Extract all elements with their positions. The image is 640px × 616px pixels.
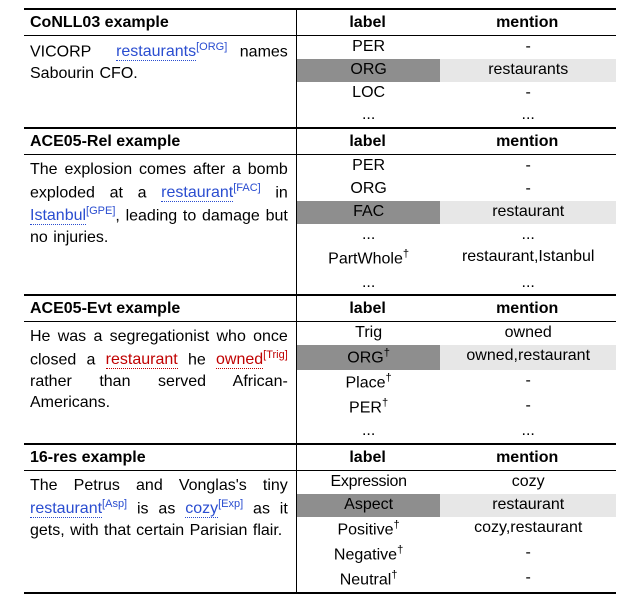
row-label: Trig [297, 322, 441, 345]
row-label: ORG [297, 178, 441, 201]
column-header-label: label [296, 295, 438, 322]
column-header-label: label [296, 128, 438, 155]
row-mention: - [440, 395, 616, 420]
row-mention: restaurant [440, 494, 616, 517]
row-mention: restaurant [440, 201, 616, 224]
column-header-label: label [296, 9, 438, 36]
row-label: ORG [297, 59, 441, 82]
row-mention: owned [440, 322, 616, 345]
column-header-mention: mention [438, 295, 616, 322]
row-mention: cozy [440, 471, 616, 494]
table-row: Negative†- [297, 542, 616, 567]
table-row: ORG†owned,restaurant [297, 345, 616, 370]
row-label: Place† [297, 370, 441, 395]
row-label: Positive† [297, 517, 441, 542]
row-label: Negative† [297, 542, 441, 567]
row-mention: restaurant,Istanbul [440, 246, 616, 271]
row-label: FAC [297, 201, 441, 224]
row-label: PER† [297, 395, 441, 420]
rows-container: ExpressioncozyAspectrestaurantPositive†c… [296, 471, 616, 593]
row-label: ... [297, 224, 441, 247]
row-label: PER [297, 155, 441, 178]
row-label: Expression [297, 471, 441, 494]
row-label: PartWhole† [297, 246, 441, 271]
row-mention: ... [440, 104, 616, 127]
table-row: ORG- [297, 178, 616, 201]
rows-container: PER-ORGrestaurantsLOC-...... [296, 36, 616, 129]
table-row: PER- [297, 36, 616, 59]
table-row: Trigowned [297, 322, 616, 345]
table-row: ...... [297, 272, 616, 295]
section-header: CoNLL03 example [24, 9, 296, 36]
row-label: PER [297, 36, 441, 59]
table-row: Expressioncozy [297, 471, 616, 494]
rows-container: PER-ORG-FACrestaurant......PartWhole†res… [296, 155, 616, 296]
table-row: Positive†cozy,restaurant [297, 517, 616, 542]
column-header-mention: mention [438, 128, 616, 155]
example-text: The explosion comes after a bomb explode… [24, 155, 296, 296]
row-label: ORG† [297, 345, 441, 370]
section-header: ACE05-Rel example [24, 128, 296, 155]
row-mention: ... [440, 224, 616, 247]
table-row: Aspectrestaurant [297, 494, 616, 517]
row-label: Neutral† [297, 567, 441, 592]
examples-table: CoNLL03 examplelabelmentionVICORP restau… [24, 8, 616, 594]
table-row: ORGrestaurants [297, 59, 616, 82]
row-label: ... [297, 272, 441, 295]
row-label: ... [297, 104, 441, 127]
row-mention: - [440, 178, 616, 201]
row-mention: - [440, 370, 616, 395]
row-mention: restaurants [440, 59, 616, 82]
table-row: PER- [297, 155, 616, 178]
example-text: VICORP restaurants[ORG] names Sabourin C… [24, 36, 296, 129]
table-row: FACrestaurant [297, 201, 616, 224]
column-header-mention: mention [438, 9, 616, 36]
table-row: ...... [297, 420, 616, 443]
row-mention: - [440, 567, 616, 592]
row-mention: - [440, 542, 616, 567]
row-mention: ... [440, 420, 616, 443]
row-label: LOC [297, 82, 441, 105]
row-mention: - [440, 82, 616, 105]
table-row: ...... [297, 224, 616, 247]
section-header: ACE05-Evt example [24, 295, 296, 322]
row-label: ... [297, 420, 441, 443]
column-header-mention: mention [438, 444, 616, 471]
row-mention: - [440, 36, 616, 59]
example-text: He was a segregationist who once closed … [24, 322, 296, 444]
example-text: The Petrus and Vonglas's tiny restaurant… [24, 471, 296, 593]
row-mention: ... [440, 272, 616, 295]
row-mention: cozy,restaurant [440, 517, 616, 542]
table-row: ...... [297, 104, 616, 127]
table-row: PartWhole†restaurant,Istanbul [297, 246, 616, 271]
table-row: LOC- [297, 82, 616, 105]
row-label: Aspect [297, 494, 441, 517]
section-header: 16-res example [24, 444, 296, 471]
row-mention: - [440, 155, 616, 178]
table-row: Place†- [297, 370, 616, 395]
rows-container: TrigownedORG†owned,restaurantPlace†-PER†… [296, 322, 616, 444]
row-mention: owned,restaurant [440, 345, 616, 370]
column-header-label: label [296, 444, 438, 471]
table-row: Neutral†- [297, 567, 616, 592]
table-row: PER†- [297, 395, 616, 420]
